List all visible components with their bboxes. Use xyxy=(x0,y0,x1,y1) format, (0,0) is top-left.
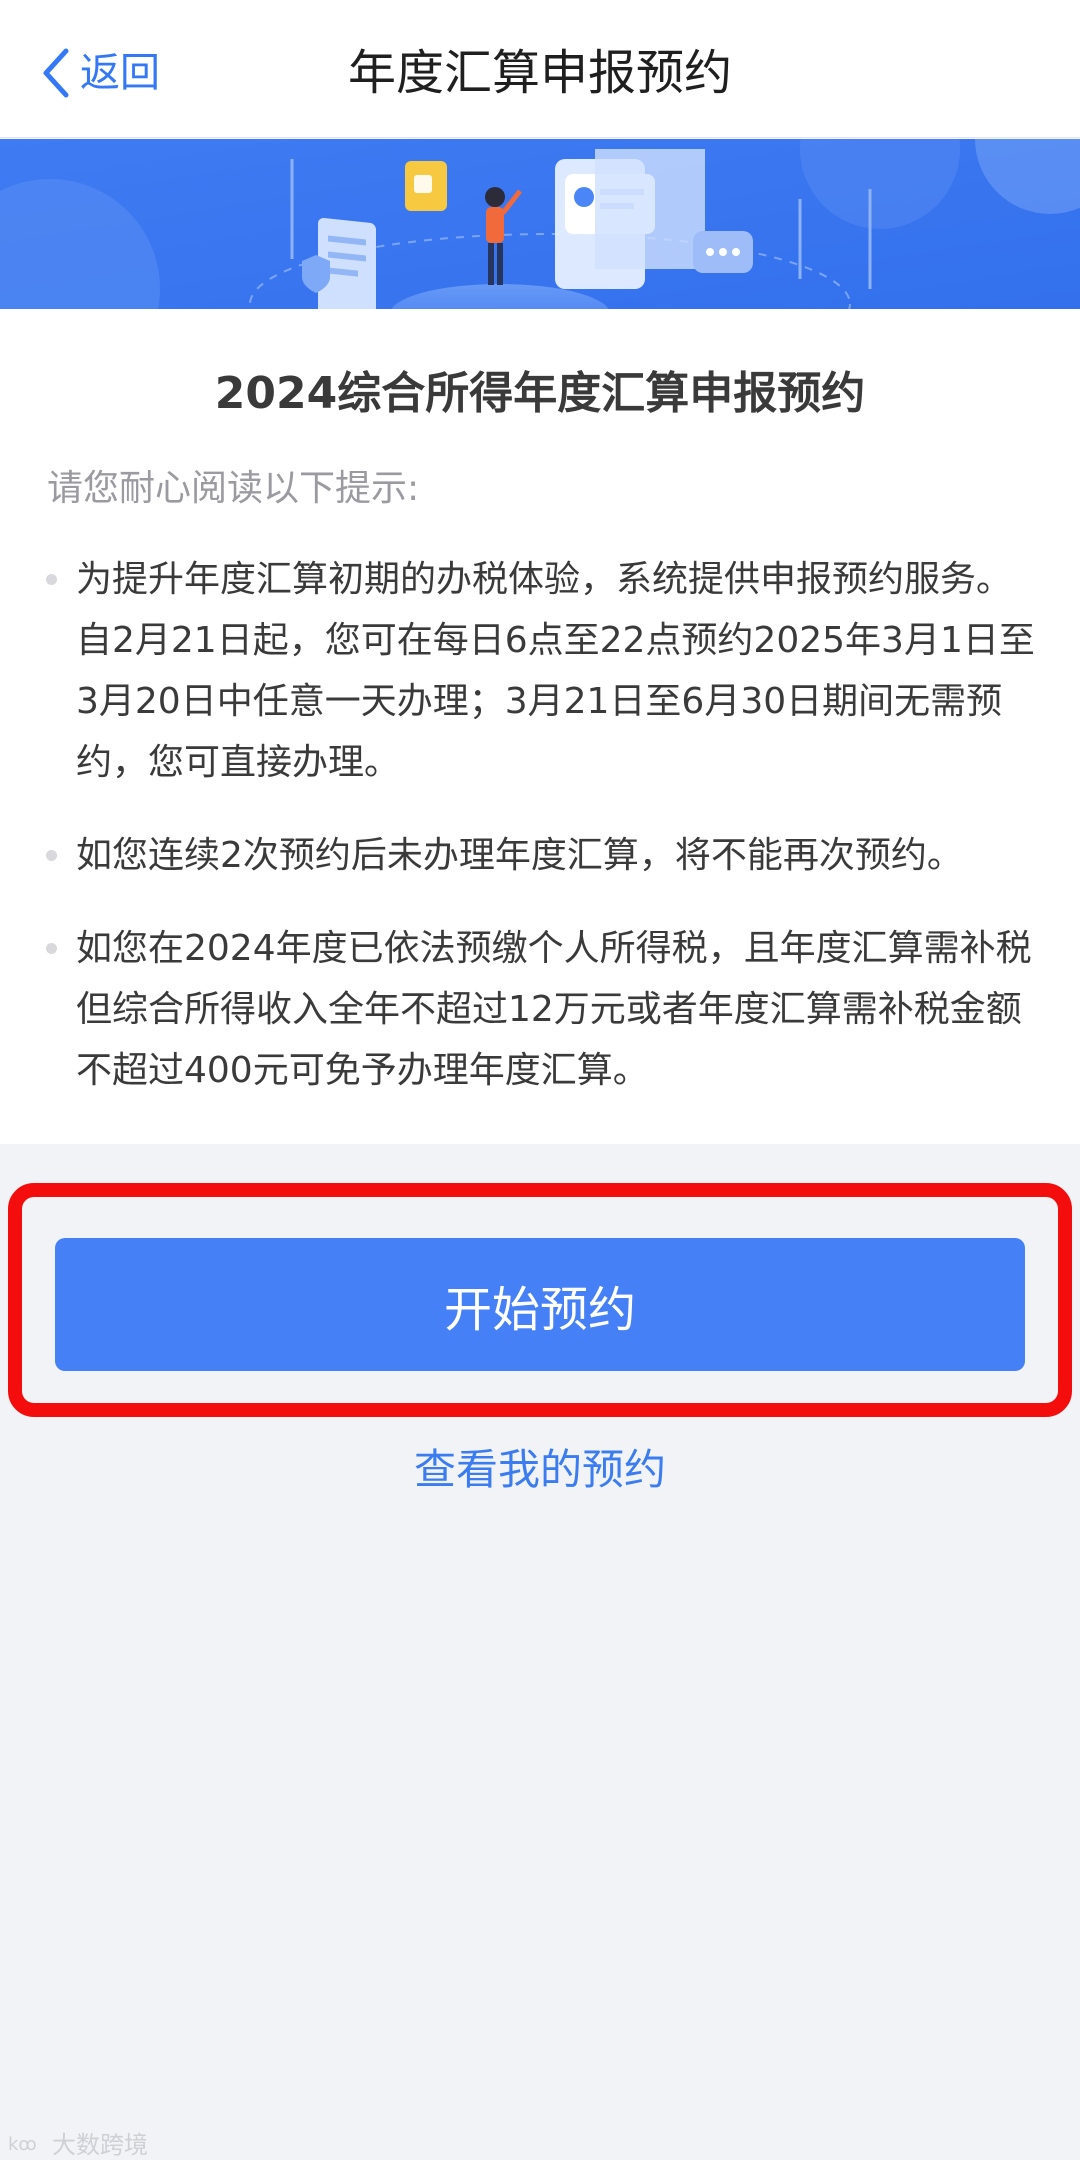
card-title: 2024综合所得年度汇算申报预约 xyxy=(214,368,866,419)
svg-text:kꝏ: kꝏ xyxy=(8,2134,37,2155)
watermark-text: 大数跨境 xyxy=(52,2131,148,2159)
info-card: 2024综合所得年度汇算申报预约 请您耐心阅读以下提示: 为提升年度汇算初期的办… xyxy=(0,309,1080,1144)
notice-item: 如您在2024年度已依法预缴个人所得税，且年度汇算需补税但综合所得收入全年不超过… xyxy=(0,918,1080,1101)
bullet-dot xyxy=(46,850,57,861)
banner-illustration xyxy=(0,139,1080,309)
notice-text: 为提升年度汇算初期的办税体验，系统提供申报预约服务。自2月21日起，您可在每日6… xyxy=(76,559,1035,783)
notice-item: 如您连续2次预约后未办理年度汇算，将不能再次预约。 xyxy=(0,825,1080,886)
notice-item: 为提升年度汇算初期的办税体验，系统提供申报预约服务。自2月21日起，您可在每日6… xyxy=(0,549,1080,793)
watermark: kꝏ 大数跨境 xyxy=(8,2125,148,2160)
notice-text: 如您在2024年度已依法预缴个人所得税，且年度汇算需补税但综合所得收入全年不超过… xyxy=(76,928,1032,1091)
bullet-dot xyxy=(46,943,57,954)
notice-text: 如您连续2次预约后未办理年度汇算，将不能再次预约。 xyxy=(76,835,963,876)
navigation-bar: 返回 年度汇算申报预约 xyxy=(0,0,1080,138)
bullet-dot xyxy=(46,574,57,585)
notice-list: 为提升年度汇算初期的办税体验，系统提供申报预约服务。自2月21日起，您可在每日6… xyxy=(0,549,1080,1133)
page-title: 年度汇算申报预约 xyxy=(347,45,732,101)
view-my-reservation-link[interactable]: 查看我的预约 xyxy=(0,1440,1080,1500)
reading-hint: 请您耐心阅读以下提示: xyxy=(47,468,420,509)
start-reservation-button[interactable]: 开始预约 xyxy=(55,1238,1025,1371)
watermark-logo-icon: kꝏ xyxy=(8,2130,48,2156)
